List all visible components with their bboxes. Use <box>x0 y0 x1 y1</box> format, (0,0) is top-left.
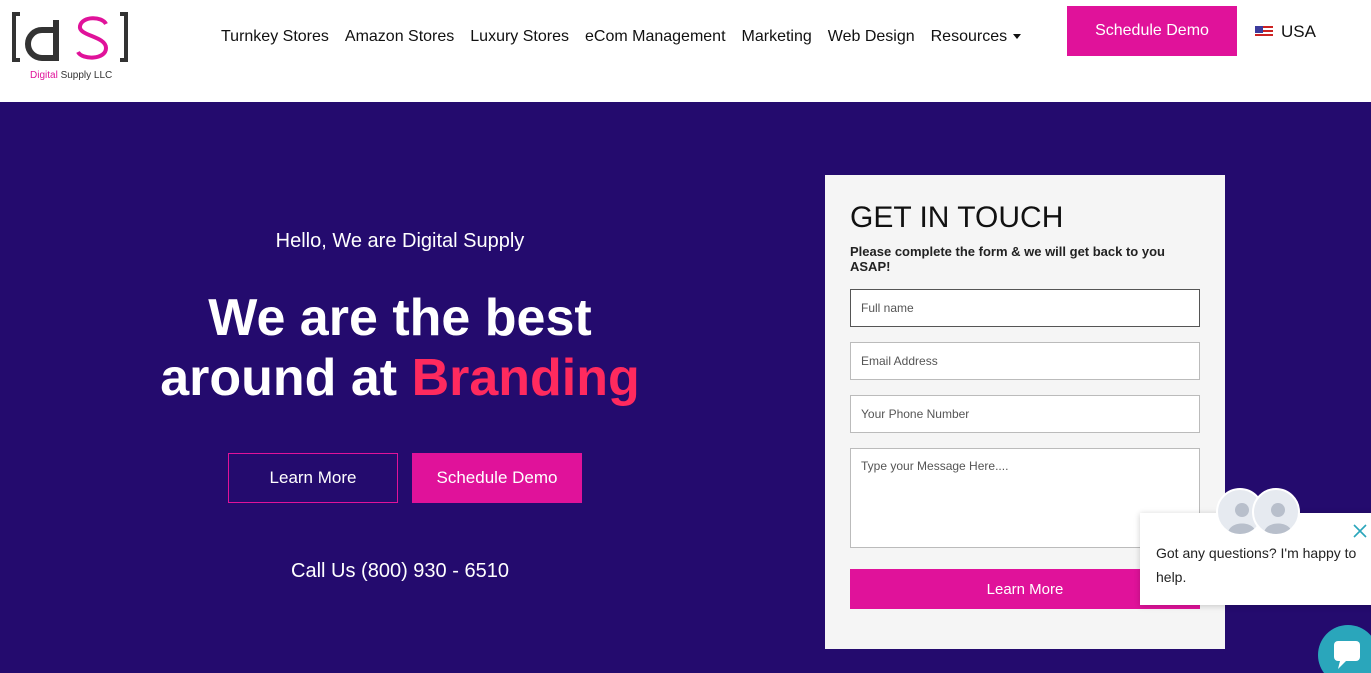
form-subtitle: Please complete the form & we will get b… <box>850 244 1165 274</box>
email-field[interactable] <box>850 342 1200 380</box>
phone-field[interactable] <box>850 395 1200 433</box>
nav-resources-dropdown[interactable]: Resources <box>923 28 1029 46</box>
headline-line2: around at <box>160 349 412 407</box>
chat-message: Got any questions? I'm happy to help. <box>1156 545 1357 585</box>
logo-mark-icon <box>12 12 128 62</box>
main-nav: Turnkey Stores Amazon Stores Luxury Stor… <box>213 26 1029 48</box>
site-header: Digital Supply LLC Turnkey Stores Amazon… <box>0 0 1371 102</box>
nav-luxury-stores[interactable]: Luxury Stores <box>462 28 577 46</box>
nav-marketing[interactable]: Marketing <box>734 28 820 46</box>
learn-more-button[interactable]: Learn More <box>228 453 398 503</box>
form-title: GET IN TOUCH <box>850 201 1064 234</box>
hero-headline: We are the best around at Branding <box>0 288 800 408</box>
full-name-field[interactable] <box>850 289 1200 327</box>
headline-line1: We are the best <box>208 289 592 347</box>
caret-down-icon <box>1013 34 1022 40</box>
chat-icon <box>1334 641 1360 669</box>
schedule-demo-button[interactable]: Schedule Demo <box>412 453 582 503</box>
nav-ecom-management[interactable]: eCom Management <box>577 28 734 46</box>
hero-greeting: Hello, We are Digital Supply <box>275 230 525 252</box>
logo-caption: Digital Supply LLC <box>30 70 112 81</box>
call-us-text[interactable]: Call Us (800) 930 - 6510 <box>0 560 800 583</box>
close-icon[interactable] <box>1352 523 1368 539</box>
us-flag-icon <box>1255 26 1273 38</box>
agent-avatar-icon <box>1252 488 1300 536</box>
logo-caption-rest: Supply LLC <box>57 70 113 81</box>
chat-avatars <box>1216 488 1306 538</box>
locale-selector[interactable]: USA <box>1255 22 1316 42</box>
logo-caption-brand: Digital <box>30 70 58 81</box>
logo[interactable]: Digital Supply LLC <box>12 10 128 84</box>
nav-resources-label: Resources <box>930 28 1008 45</box>
header-schedule-demo-button[interactable]: Schedule Demo <box>1067 6 1237 56</box>
nav-amazon-stores[interactable]: Amazon Stores <box>337 28 462 46</box>
chat-launcher-button[interactable] <box>1318 625 1371 673</box>
nav-turnkey-stores[interactable]: Turnkey Stores <box>213 28 337 46</box>
locale-label: USA <box>1281 22 1316 41</box>
headline-highlight: Branding <box>411 349 640 407</box>
nav-web-design[interactable]: Web Design <box>820 28 923 46</box>
